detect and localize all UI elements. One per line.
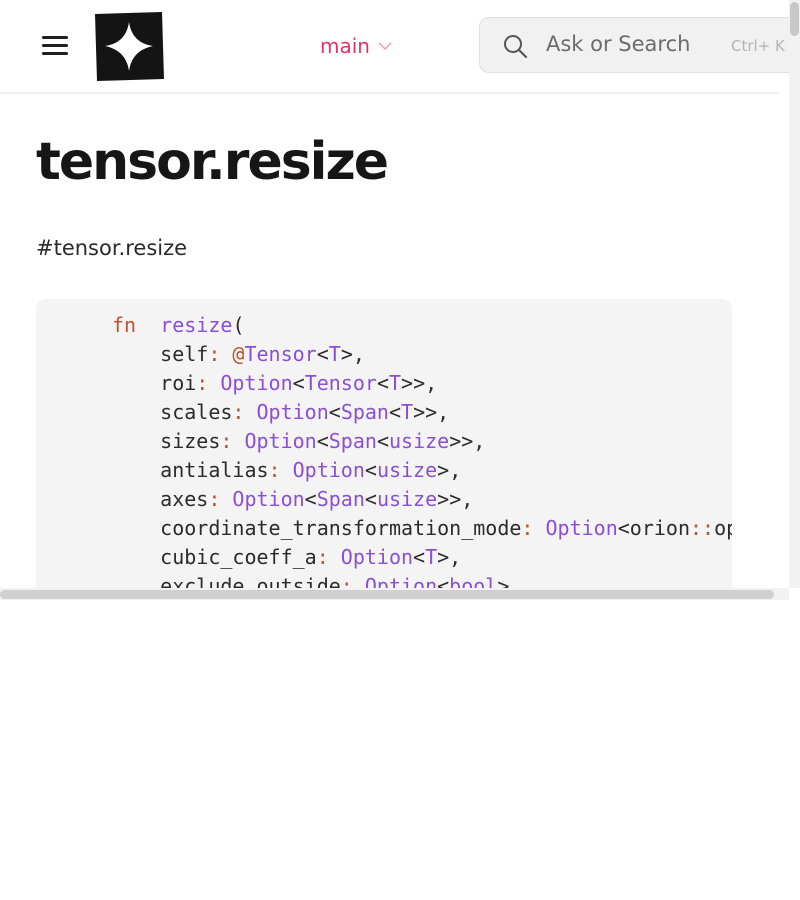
code-token: ( [232,313,245,337]
code-token: Span [328,429,377,453]
horizontal-scrollbar-thumb[interactable] [0,590,774,599]
code-token: : [232,400,245,424]
code-token: < [328,400,341,424]
code-token: < [388,400,402,424]
code-token: : [196,371,209,395]
search-icon [504,35,528,59]
code-token: resize [160,313,233,337]
code-token: T [425,545,438,569]
code-token: <orion [617,516,690,540]
code-token: Option [545,516,618,540]
code-token: :: [690,516,715,540]
heading-anchor-link[interactable]: #tensor.resize [36,236,187,260]
vertical-scrollbar[interactable] [789,0,800,588]
code-token: T [328,342,341,366]
code-line: self: @Tensor<T>, [112,342,365,366]
code-token: < [364,458,377,482]
code-token: Option [292,458,365,482]
chevron-down-icon [378,41,392,50]
code-token: T [401,400,414,424]
code-token: Option [220,371,293,395]
code-token: sizes [112,429,221,453]
code-line: cubic_coeff_a: Option<T>, [112,545,461,569]
code-token: antialias [112,458,269,482]
code-token: @ [232,342,245,366]
vertical-scrollbar-thumb[interactable] [790,2,799,36]
code-token: < [316,342,329,366]
code-line: coordinate_transformation_mode: Option<o… [112,516,732,540]
horizontal-scrollbar[interactable] [0,588,789,600]
code-token: < [292,371,305,395]
code-token: cubic_coeff_a [112,545,317,569]
code-token: < [364,487,377,511]
code-token: : [316,545,329,569]
branch-selector[interactable]: main [320,34,392,58]
code-token: < [304,487,317,511]
code-token: : [208,487,221,511]
code-token: Tensor [304,371,377,395]
hamburger-menu-icon[interactable] [42,36,68,56]
code-token: >>, [449,429,486,453]
code-token: >, [340,342,365,366]
code-line: sizes: Option<Span<usize>>, [112,429,485,453]
docs-viewport: main Ask or Search Ctrl+ K tensor.resize… [0,0,800,600]
code-line: roi: Option<Tensor<T>>, [112,371,437,395]
code-token: operators [714,516,732,540]
page-title: tensor.resize [36,132,389,192]
code-token: < [376,429,389,453]
code-token: usize [376,458,438,482]
code-token: < [316,429,329,453]
code-token: fn [112,313,137,337]
code-token: usize [376,487,438,511]
code-line: axes: Option<Span<usize>>, [112,487,473,511]
code-token: : [220,429,233,453]
code-token: usize [388,429,450,453]
code-token: >, [437,545,462,569]
code-token: Tensor [244,342,317,366]
code-line: antialias: Option<usize>, [112,458,461,482]
code-token: Option [340,545,414,569]
code-token: < [413,545,426,569]
code-token: self [112,342,209,366]
code-token: >>, [437,487,474,511]
code-token: Option [256,400,329,424]
code-token: axes [112,487,209,511]
code-token: : [268,458,281,482]
code-token: : [208,342,221,366]
logo-icon[interactable] [93,12,164,81]
search-placeholder: Ask or Search [546,32,691,56]
code-token: : [521,516,534,540]
code-token: Span [316,487,365,511]
code-token: Option [244,429,317,453]
code-line: fn resize( [112,313,244,337]
code-token: Span [340,400,389,424]
code-signature: fn resize( self: @Tensor<T>, roi: Option… [112,311,732,600]
code-token: scales [112,400,233,424]
code-token: >>, [401,371,438,395]
code-token: coordinate_transformation_mode [112,516,522,540]
code-token: roi [112,371,197,395]
code-token: < [376,371,389,395]
top-bar: main Ask or Search Ctrl+ K [0,0,800,94]
search-shortcut-hint: Ctrl+ K [731,37,785,55]
code-token: T [388,371,402,395]
search-input[interactable]: Ask or Search Ctrl+ K [479,17,800,73]
branch-label: main [320,34,370,58]
code-token: >, [437,458,462,482]
code-token: >>, [413,400,450,424]
code-block: fn resize( self: @Tensor<T>, roi: Option… [36,299,732,600]
code-token: Option [232,487,305,511]
code-line: scales: Option<Span<T>>, [112,400,449,424]
